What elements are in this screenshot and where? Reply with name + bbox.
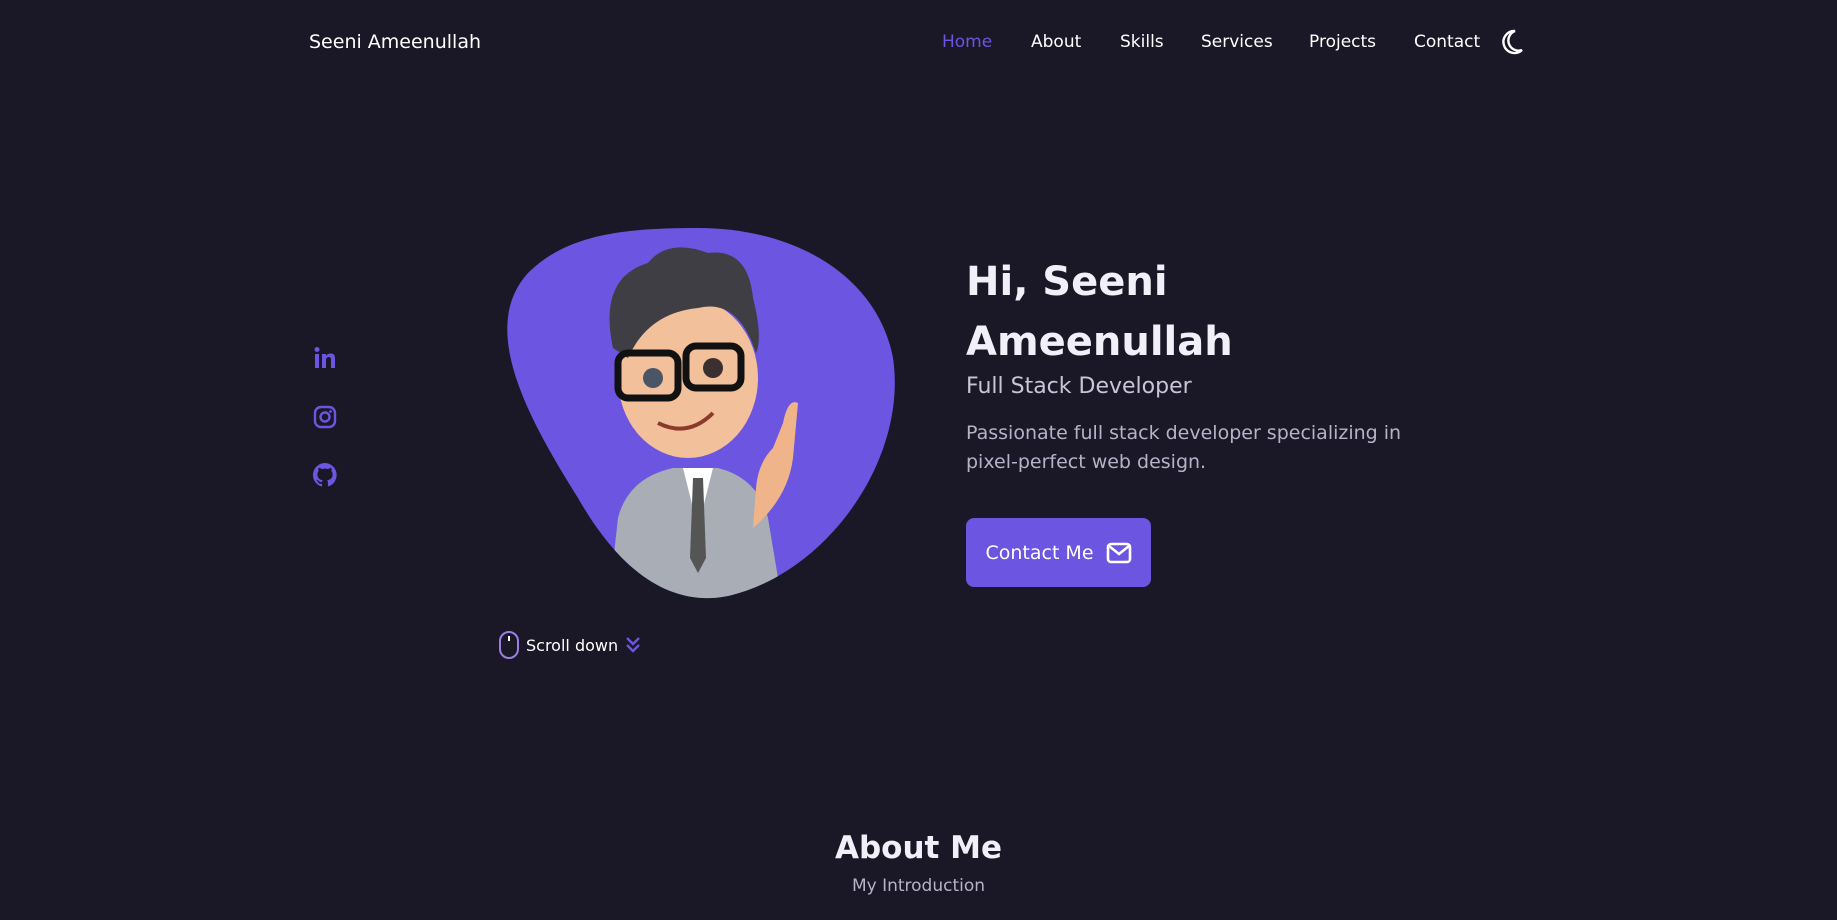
- avatar-blob: [507, 228, 895, 599]
- scroll-down-label: Scroll down: [526, 635, 619, 655]
- contact-me-button[interactable]: Contact Me: [966, 518, 1151, 587]
- nav-home[interactable]: Home: [942, 32, 992, 52]
- about-subtitle: My Introduction: [851, 876, 986, 896]
- double-chevron-down-icon: [626, 637, 640, 653]
- mouse-icon: [499, 631, 519, 659]
- hero-title: Hi, Seeni Ameenullah: [966, 252, 1296, 372]
- hero-title-line1: Hi, Seeni: [966, 259, 1168, 305]
- linkedin-icon[interactable]: [312, 345, 338, 371]
- moon-icon[interactable]: [1500, 29, 1524, 55]
- hero-subtitle: Full Stack Developer: [966, 374, 1192, 399]
- envelope-icon: [1106, 542, 1131, 563]
- nav-contact[interactable]: Contact: [1414, 32, 1480, 52]
- scroll-down-button[interactable]: Scroll down: [498, 630, 642, 660]
- instagram-icon[interactable]: [312, 404, 338, 430]
- nav-skills[interactable]: Skills: [1120, 32, 1164, 52]
- nav-projects[interactable]: Projects: [1309, 32, 1376, 52]
- about-title: About Me: [834, 830, 1003, 866]
- contact-me-label: Contact Me: [985, 541, 1094, 564]
- nav-about[interactable]: About: [1031, 32, 1081, 52]
- github-icon[interactable]: [312, 462, 338, 488]
- hero-title-line2: Ameenullah: [966, 319, 1233, 365]
- hero-description: Passionate full stack developer speciali…: [966, 422, 1402, 473]
- nav-services[interactable]: Services: [1201, 32, 1273, 52]
- site-logo[interactable]: Seeni Ameenullah: [309, 31, 481, 53]
